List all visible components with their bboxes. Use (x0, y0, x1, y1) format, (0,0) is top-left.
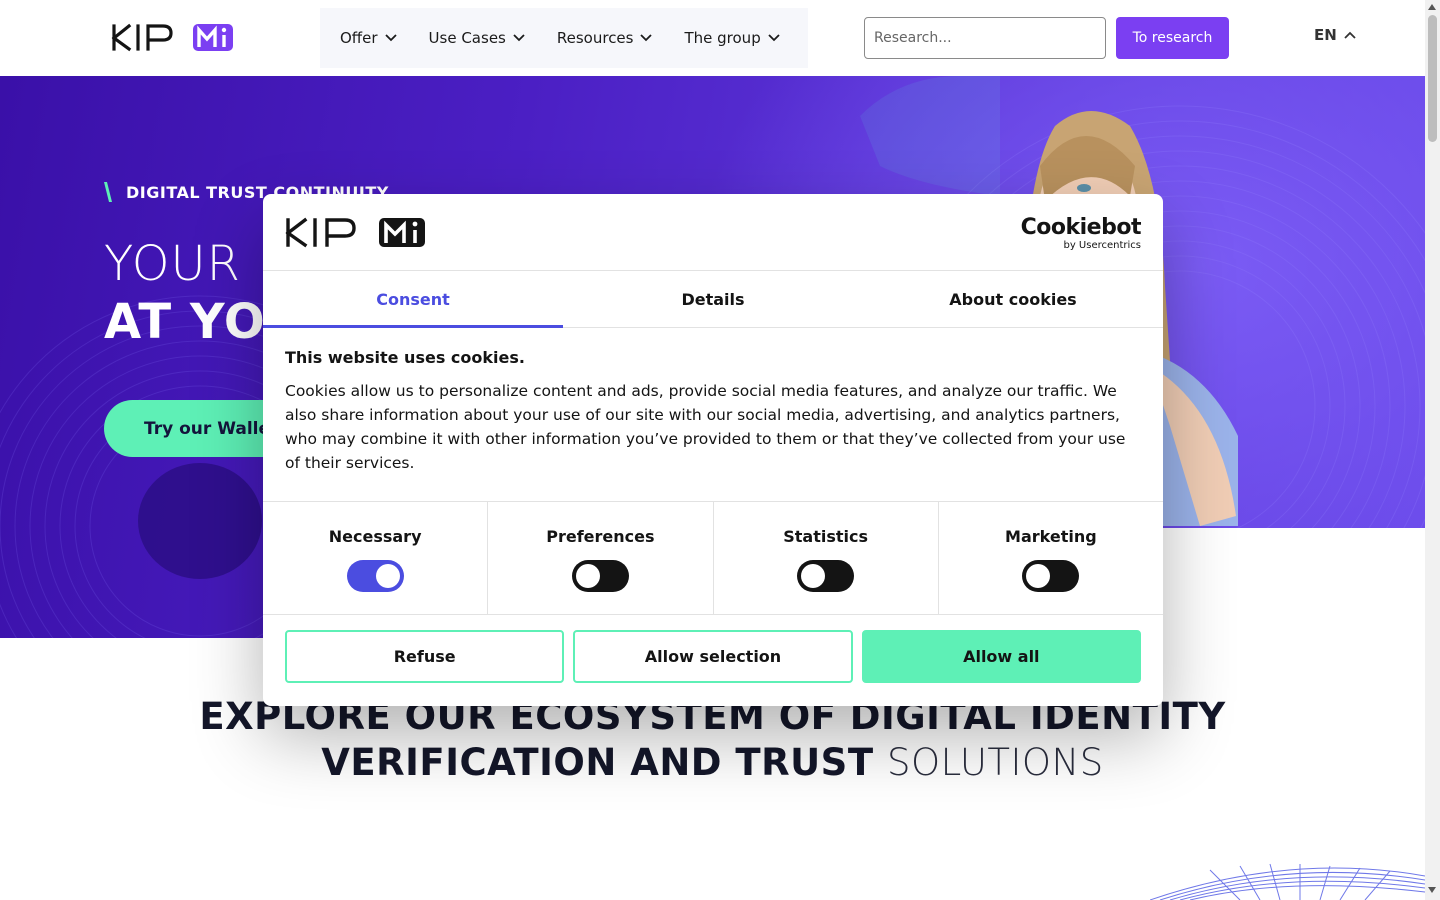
cookiebot-name: Cookiebot (1020, 215, 1142, 240)
page-scrollbar[interactable] (1425, 0, 1440, 900)
category-necessary: Necessary (263, 502, 489, 614)
ecosystem-heading: EXPLORE OUR ECOSYSTEM OF DIGITAL IDENTIT… (0, 694, 1425, 786)
main-nav: Offer Use Cases Resources The group (320, 8, 808, 68)
cookiebot-by: by Usercentrics (1063, 240, 1141, 251)
cookie-dialog-body: This website uses cookies. Cookies allow… (263, 328, 1163, 502)
chevron-down-icon (768, 34, 780, 42)
cookie-tabs: Consent Details About cookies (263, 271, 1163, 328)
toggle-knob (801, 564, 826, 588)
scroll-thumb[interactable] (1428, 15, 1437, 142)
chevron-down-icon (384, 34, 397, 42)
marketing-toggle[interactable] (1022, 560, 1080, 592)
kip-mi-logo (285, 217, 425, 248)
nav-resources-label: Resources (556, 29, 634, 47)
toggle-knob (1026, 564, 1051, 588)
hero-heading-line2: AT YO (104, 294, 266, 350)
category-necessary-label: Necessary (328, 527, 422, 546)
allow-all-button[interactable]: Allow all (861, 630, 1141, 683)
language-label: EN (1314, 26, 1337, 44)
cookie-dialog-header: Cookiebot by Usercentrics (263, 194, 1163, 271)
category-statistics-label: Statistics (783, 527, 868, 546)
necessary-toggle[interactable] (346, 560, 404, 592)
scroll-down-arrow-icon[interactable] (1428, 887, 1436, 893)
nav-resources[interactable]: Resources (557, 29, 653, 47)
category-statistics: Statistics (714, 502, 939, 614)
category-marketing: Marketing (939, 502, 1163, 614)
chevron-down-icon (640, 34, 653, 42)
tab-consent[interactable]: Consent (263, 271, 563, 328)
cookie-actions: Refuse Allow selection Allow all (263, 615, 1163, 698)
statistics-toggle[interactable] (797, 560, 855, 592)
nav-the-group[interactable]: The group (684, 29, 780, 47)
nav-the-group-label: The group (684, 29, 761, 47)
ecosystem-heading-thin: SOLUTIONS (886, 741, 1104, 784)
cookie-category-toggles: Necessary Preferences Statistics Marketi… (263, 502, 1163, 615)
language-selector[interactable]: EN (1314, 26, 1356, 44)
cookie-consent-dialog: Cookiebot by Usercentrics Consent Detail… (263, 194, 1163, 706)
toggle-knob (575, 564, 600, 588)
nav-offer[interactable]: Offer (340, 29, 397, 47)
search-input[interactable] (864, 17, 1106, 59)
tab-details[interactable]: Details (563, 271, 863, 327)
site-header: Offer Use Cases Resources The group To r… (0, 0, 1425, 76)
kip-mi-logo[interactable] (111, 22, 233, 52)
nav-offer-label: Offer (340, 29, 378, 47)
refuse-button[interactable]: Refuse (285, 630, 565, 683)
nav-use-cases-label: Use Cases (428, 29, 506, 47)
hero-white-block (1163, 528, 1425, 638)
chevron-down-icon (513, 34, 525, 42)
cookiebot-logo: Cookiebot by Usercentrics (1020, 215, 1142, 252)
ecosystem-heading-bold: VERIFICATION AND TRUST (321, 741, 874, 784)
chevron-up-icon (1344, 31, 1356, 39)
allow-selection-button[interactable]: Allow selection (573, 630, 853, 683)
category-marketing-label: Marketing (1005, 527, 1097, 546)
ecosystem-heading-line2: VERIFICATION AND TRUST SOLUTIONS (0, 740, 1425, 786)
decorative-globe-lines (1150, 863, 1425, 900)
slash-mark-icon (104, 182, 112, 202)
category-preferences: Preferences (488, 502, 714, 614)
nav-use-cases[interactable]: Use Cases (429, 29, 525, 47)
search-button[interactable]: To research (1116, 17, 1229, 59)
toggle-knob (375, 564, 400, 588)
cookie-dialog-title: This website uses cookies. (285, 348, 525, 367)
tab-about-cookies[interactable]: About cookies (863, 271, 1163, 327)
preferences-toggle[interactable] (571, 560, 629, 592)
scroll-up-arrow-icon[interactable] (1428, 4, 1436, 10)
category-preferences-label: Preferences (546, 527, 655, 546)
cookie-dialog-text: Cookies allow us to personalize content … (285, 382, 1126, 472)
